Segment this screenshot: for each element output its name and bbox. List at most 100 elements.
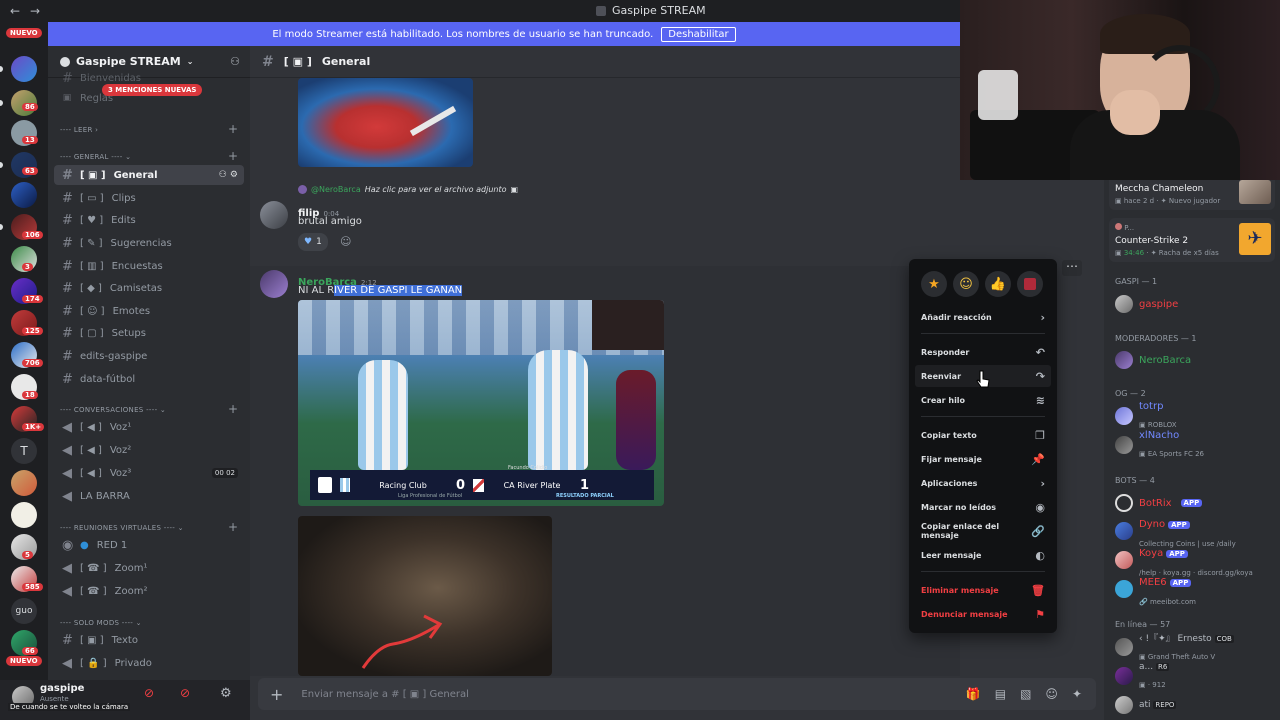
stage-channel-red1[interactable]: ◉ ● RED 1: [54, 535, 244, 555]
voice-channel-voz1[interactable]: ◀[ ◀ ] Voz¹: [54, 417, 244, 437]
disable-streamer-button[interactable]: Deshabilitar: [661, 26, 736, 42]
back-arrow-icon[interactable]: ←: [10, 4, 20, 18]
emoji-icon[interactable]: ☺: [1045, 687, 1058, 701]
channel-texto[interactable]: #[ ▣ ] Texto: [54, 630, 244, 650]
mention-count-badge: 706: [22, 359, 43, 367]
message-composer[interactable]: + Enviar mensaje a # [ ▣ ] General 🎁 ▤ ▧…: [258, 678, 1096, 710]
menu-mark-unread[interactable]: Marcar no leídos ◉: [915, 496, 1051, 518]
gif-icon[interactable]: ▤: [995, 687, 1006, 701]
member-item[interactable]: ati REPO: [1115, 692, 1275, 718]
new-badge: NUEVO: [6, 656, 42, 666]
reaction-thumbs-up-button[interactable]: 👍: [985, 271, 1011, 297]
forward-arrow-icon[interactable]: →: [30, 4, 40, 18]
forward-arrow-icon: ↷: [1035, 369, 1045, 383]
menu-pin[interactable]: Fijar mensaje 📌: [915, 448, 1051, 470]
chevron-down-icon: ⌄: [186, 57, 194, 66]
menu-delete[interactable]: Eliminar mensaje 🗑: [915, 579, 1051, 601]
more-options-icon[interactable]: ⋯: [1062, 260, 1082, 276]
selected-text: IVER DE GASPI LE GANAN: [334, 285, 463, 296]
add-channel-icon[interactable]: +: [228, 122, 238, 136]
apps-icon[interactable]: ✦: [1072, 687, 1082, 701]
avatar: [1115, 436, 1133, 454]
menu-copy-text[interactable]: Copiar texto ❐: [915, 424, 1051, 446]
activity-card[interactable]: Meccha Chameleon ▣ hace 2 d · ✦ Nuevo ju…: [1109, 180, 1275, 210]
voice-channel-zoom1[interactable]: ◀[ ☎ ] Zoom¹: [54, 558, 244, 578]
new-mentions-badge[interactable]: 3 MENCIONES NUEVAS: [102, 84, 203, 96]
hash-icon: #: [262, 53, 274, 70]
category-solo-mods[interactable]: ---- SOLO MODS ---- ⌄: [60, 619, 142, 627]
reply-preview[interactable]: @NeroBarca Haz clic para ver el archivo …: [298, 185, 518, 194]
server-icon[interactable]: [11, 470, 37, 496]
attachment-image-camera[interactable]: [298, 516, 552, 676]
voice-channel-zoom2[interactable]: ◀[ ☎ ] Zoom²: [54, 581, 244, 601]
add-channel-icon[interactable]: +: [228, 520, 238, 534]
menu-apps[interactable]: Aplicaciones ›: [915, 472, 1051, 494]
attachment-image-match[interactable]: Racing Club 0 CA River Plate 1 Liga Prof…: [298, 300, 664, 506]
attachment-image-watermelon[interactable]: [298, 78, 473, 167]
add-channel-icon[interactable]: +: [228, 149, 238, 163]
sticker-icon[interactable]: ▧: [1020, 687, 1031, 701]
member-item[interactable]: MEE6 APP 🔗 meeibot.com: [1115, 576, 1275, 606]
voice-channel-voz3[interactable]: ◀[ ◀ ] Voz³ 00 02: [54, 463, 244, 483]
channel-data-futbol[interactable]: # data-fútbol: [54, 369, 244, 389]
category-conversaciones[interactable]: ---- CONVERSACIONES ---- ⌄: [60, 406, 166, 414]
menu-report[interactable]: Denunciar mensaje ⚑: [915, 603, 1051, 625]
add-reaction-icon[interactable]: ☺: [340, 235, 351, 248]
channel-clips[interactable]: #[ ▭ ] Clips: [54, 188, 244, 208]
channel-encuestas[interactable]: #[ ▥ ] Encuestas: [54, 256, 244, 276]
unread-bubble-icon: ◉: [1035, 500, 1045, 514]
chevron-right-icon: ›: [1040, 310, 1045, 324]
settings-gear-icon[interactable]: ⚙: [220, 686, 232, 701]
member-item[interactable]: totrp ▣ ROBLOX: [1115, 401, 1275, 429]
menu-create-thread[interactable]: Crear hilo ≋: [915, 389, 1051, 411]
reaction-laugh-button[interactable]: ☺: [953, 271, 979, 297]
add-channel-icon[interactable]: +: [228, 402, 238, 416]
member-item[interactable]: ‹ !『✦』 Ernesto COB ▣ Grand Theft Auto V: [1115, 634, 1275, 661]
server-icon[interactable]: [11, 56, 37, 82]
menu-add-reaction[interactable]: Añadir reacción ›: [915, 306, 1051, 328]
mention-count-badge: 106: [22, 231, 43, 239]
mute-icon[interactable]: ⊘: [144, 686, 154, 700]
member-item[interactable]: NeroBarca: [1115, 347, 1275, 373]
add-member-icon[interactable]: ⚇: [230, 55, 240, 68]
server-icon[interactable]: [11, 502, 37, 528]
server-icon[interactable]: [11, 182, 37, 208]
channel-edits[interactable]: #[ ♥ ] Edits: [54, 210, 244, 230]
reaction-chip[interactable]: ♥ 1: [298, 233, 328, 251]
avatar[interactable]: [260, 270, 288, 298]
copy-icon: ❐: [1035, 428, 1045, 442]
server-letter-icon[interactable]: guo: [11, 598, 37, 624]
member-item[interactable]: xlNacho ▣ EA Sports FC 26: [1115, 430, 1275, 458]
reaction-star-button[interactable]: ★: [921, 271, 947, 297]
menu-read-message[interactable]: Leer mensaje ◐: [915, 544, 1051, 566]
avatar: [1115, 667, 1133, 685]
avatar[interactable]: [260, 201, 288, 229]
category-leer[interactable]: ---- LEER ›: [60, 126, 98, 134]
category-reuniones[interactable]: ---- REUNIONES VIRTUALES ---- ⌄: [60, 524, 184, 532]
menu-copy-link[interactable]: Copiar enlace del mensaje 🔗: [915, 520, 1051, 542]
deafen-icon[interactable]: ⊘: [180, 686, 190, 700]
voice-channel-la-barra[interactable]: ◀ LA BARRA: [54, 486, 244, 506]
speaker-icon: ◐: [1035, 548, 1045, 562]
star-icon: ★: [928, 276, 940, 292]
reaction-custom-button[interactable]: [1017, 271, 1043, 297]
activity-card[interactable]: P... Counter-Strike 2 ▣ 34:46 · ✦ Racha …: [1109, 218, 1275, 262]
add-attachment-icon[interactable]: +: [270, 685, 283, 704]
channel-camisetas[interactable]: #[ ◆ ] Camisetas: [54, 278, 244, 298]
channel-sugerencias[interactable]: #[ ✎ ] Sugerencias: [54, 233, 244, 253]
channel-general[interactable]: #[ ▣ ] General ⚇ ⚙: [54, 165, 244, 185]
member-list: Meccha Chameleon ▣ hace 2 d · ✦ Nuevo ju…: [1104, 180, 1280, 720]
member-item[interactable]: a... R6 ▣ · 912: [1115, 662, 1275, 689]
channel-settings-icon[interactable]: ⚇ ⚙: [219, 170, 238, 180]
channel-edits-gaspipe[interactable]: # edits-gaspipe: [54, 346, 244, 366]
server-letter-icon[interactable]: T: [11, 438, 37, 464]
reply-arrow-icon: ↶: [1035, 345, 1045, 359]
gift-icon[interactable]: 🎁: [966, 687, 981, 701]
channel-emotes[interactable]: #[ ☺ ] Emotes: [54, 301, 244, 321]
member-item[interactable]: gaspipe: [1115, 291, 1275, 317]
voice-channel-privado[interactable]: ◀[ 🔒 ] Privado: [54, 653, 244, 673]
category-general[interactable]: ---- GENERAL ---- ⌄: [60, 153, 131, 161]
menu-reply[interactable]: Responder ↶: [915, 341, 1051, 363]
voice-channel-voz2[interactable]: ◀[ ◀ ] Voz²: [54, 440, 244, 460]
channel-setups[interactable]: #[ ▢ ] Setups: [54, 323, 244, 343]
